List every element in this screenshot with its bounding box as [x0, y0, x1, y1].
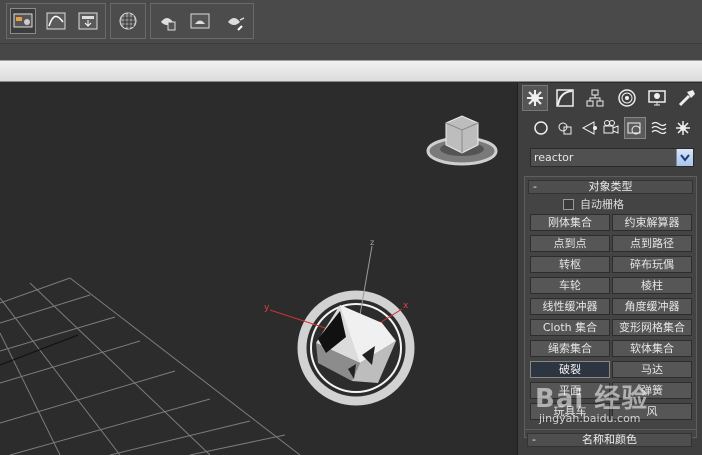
category-dropdown-value: reactor — [534, 151, 574, 164]
schematic-view-button[interactable] — [75, 8, 101, 34]
object-type-header[interactable]: - 对象类型 — [528, 180, 693, 194]
object-button[interactable]: 弹簧 — [612, 382, 692, 399]
tab-shapes[interactable] — [554, 117, 576, 139]
utilities-icon — [678, 90, 695, 107]
object-button[interactable]: 角度缓冲器 — [612, 298, 692, 315]
ribbon-background — [0, 44, 702, 60]
motion-icon — [618, 89, 636, 107]
lights-icon — [581, 121, 597, 135]
toolbar-group-render — [150, 3, 254, 39]
object-button[interactable]: 变形网格集合 — [612, 319, 692, 336]
helpers-icon — [627, 122, 641, 135]
scene-explorer-icon — [13, 13, 33, 28]
render-setup-button[interactable] — [154, 8, 180, 34]
render-production-button[interactable] — [221, 8, 247, 34]
tab-create[interactable] — [522, 85, 548, 111]
tab-helpers[interactable] — [624, 117, 646, 139]
tab-motion[interactable] — [614, 85, 640, 111]
object-button[interactable]: 软体集合 — [612, 340, 692, 357]
object-button[interactable]: 绳索集合 — [530, 340, 610, 357]
fracture-cube-object[interactable] — [316, 305, 396, 383]
schematic-view-icon — [78, 12, 98, 30]
create-icon — [527, 90, 543, 106]
spacewarps-icon — [651, 121, 667, 135]
material-editor-icon — [119, 12, 137, 30]
chevron-down-icon — [680, 153, 690, 162]
modify-icon — [556, 89, 574, 107]
hierarchy-icon — [586, 89, 604, 107]
curve-editor-icon — [46, 12, 66, 30]
home-grid — [0, 277, 301, 455]
perspective-viewport[interactable]: z y x — [0, 83, 517, 455]
object-button[interactable]: 碎布玩偶 — [612, 256, 692, 273]
display-icon — [648, 90, 666, 106]
object-button[interactable]: 线性缓冲器 — [530, 298, 610, 315]
auto-grid-checkbox[interactable] — [563, 198, 574, 210]
tab-display[interactable] — [644, 85, 670, 111]
tab-hierarchy[interactable] — [582, 85, 608, 111]
toolbar-group-views — [6, 3, 106, 39]
geometry-icon — [534, 121, 548, 135]
object-button[interactable]: 点到路径 — [612, 235, 692, 252]
ribbon-strip — [0, 60, 702, 82]
toolbar-group-material — [110, 3, 146, 39]
create-category-tabs — [526, 117, 698, 141]
auto-grid-label: 自动栅格 — [580, 198, 624, 211]
systems-icon — [676, 121, 690, 135]
dropdown-arrow[interactable] — [676, 149, 693, 166]
name-color-rollout: - 名称和颜色 — [524, 429, 697, 455]
axis-label-z: z — [370, 238, 374, 247]
object-button[interactable]: Cloth 集合 — [530, 319, 610, 336]
tab-cameras[interactable] — [600, 117, 622, 139]
category-dropdown[interactable]: reactor — [530, 148, 694, 167]
object-button[interactable]: 转枢 — [530, 256, 610, 273]
name-color-title: 名称和颜色 — [582, 433, 637, 446]
fracture-button[interactable]: 破裂 — [530, 361, 610, 378]
object-button[interactable]: 马达 — [612, 361, 692, 378]
curve-editor-button[interactable] — [43, 8, 69, 34]
object-button[interactable]: 点到点 — [530, 235, 610, 252]
object-button[interactable]: 约束解算器 — [612, 214, 692, 231]
viewcube[interactable] — [426, 115, 498, 166]
object-button[interactable]: 车轮 — [530, 277, 610, 294]
command-panel-tabs — [522, 85, 700, 111]
object-button[interactable]: 棱柱 — [612, 277, 692, 294]
tab-spacewarps[interactable] — [648, 117, 670, 139]
tab-lights[interactable] — [578, 117, 600, 139]
rendered-frame-button[interactable] — [187, 8, 213, 34]
rendered-frame-icon — [190, 13, 210, 29]
scene-explorer-button[interactable] — [10, 8, 36, 34]
tab-systems[interactable] — [672, 117, 694, 139]
collapse-toggle[interactable]: - — [532, 434, 536, 446]
tab-utilities[interactable] — [674, 85, 700, 111]
object-button[interactable]: 风 — [612, 403, 692, 420]
render-setup-icon — [161, 18, 176, 31]
object-button[interactable]: 玩具车 — [530, 403, 610, 420]
auto-grid-row[interactable]: 自动栅格 — [563, 197, 624, 211]
object-button[interactable]: 刚体集合 — [530, 214, 610, 231]
shapes-icon — [558, 122, 572, 135]
name-color-header[interactable]: - 名称和颜色 — [527, 433, 692, 447]
command-panel: reactor - 对象类型 自动栅格 刚体集合 约束解算器 点到点 点到路径 … — [517, 83, 702, 455]
object-type-rollout: - 对象类型 自动栅格 刚体集合 约束解算器 点到点 点到路径 转枢 碎布玩偶 … — [524, 176, 697, 438]
object-button[interactable]: 平面 — [530, 382, 610, 399]
object-type-title: 对象类型 — [588, 180, 633, 193]
viewport-canvas[interactable]: z y x — [0, 83, 517, 455]
tab-modify[interactable] — [552, 85, 578, 111]
material-editor-button[interactable] — [115, 8, 141, 34]
cameras-icon — [603, 120, 619, 134]
tab-geometry[interactable] — [530, 117, 552, 139]
axis-label-y: y — [264, 303, 270, 313]
main-toolbar — [0, 0, 702, 44]
render-teapot-icon — [228, 17, 245, 31]
axis-label-x: x — [403, 301, 409, 311]
collapse-toggle[interactable]: - — [533, 181, 537, 193]
